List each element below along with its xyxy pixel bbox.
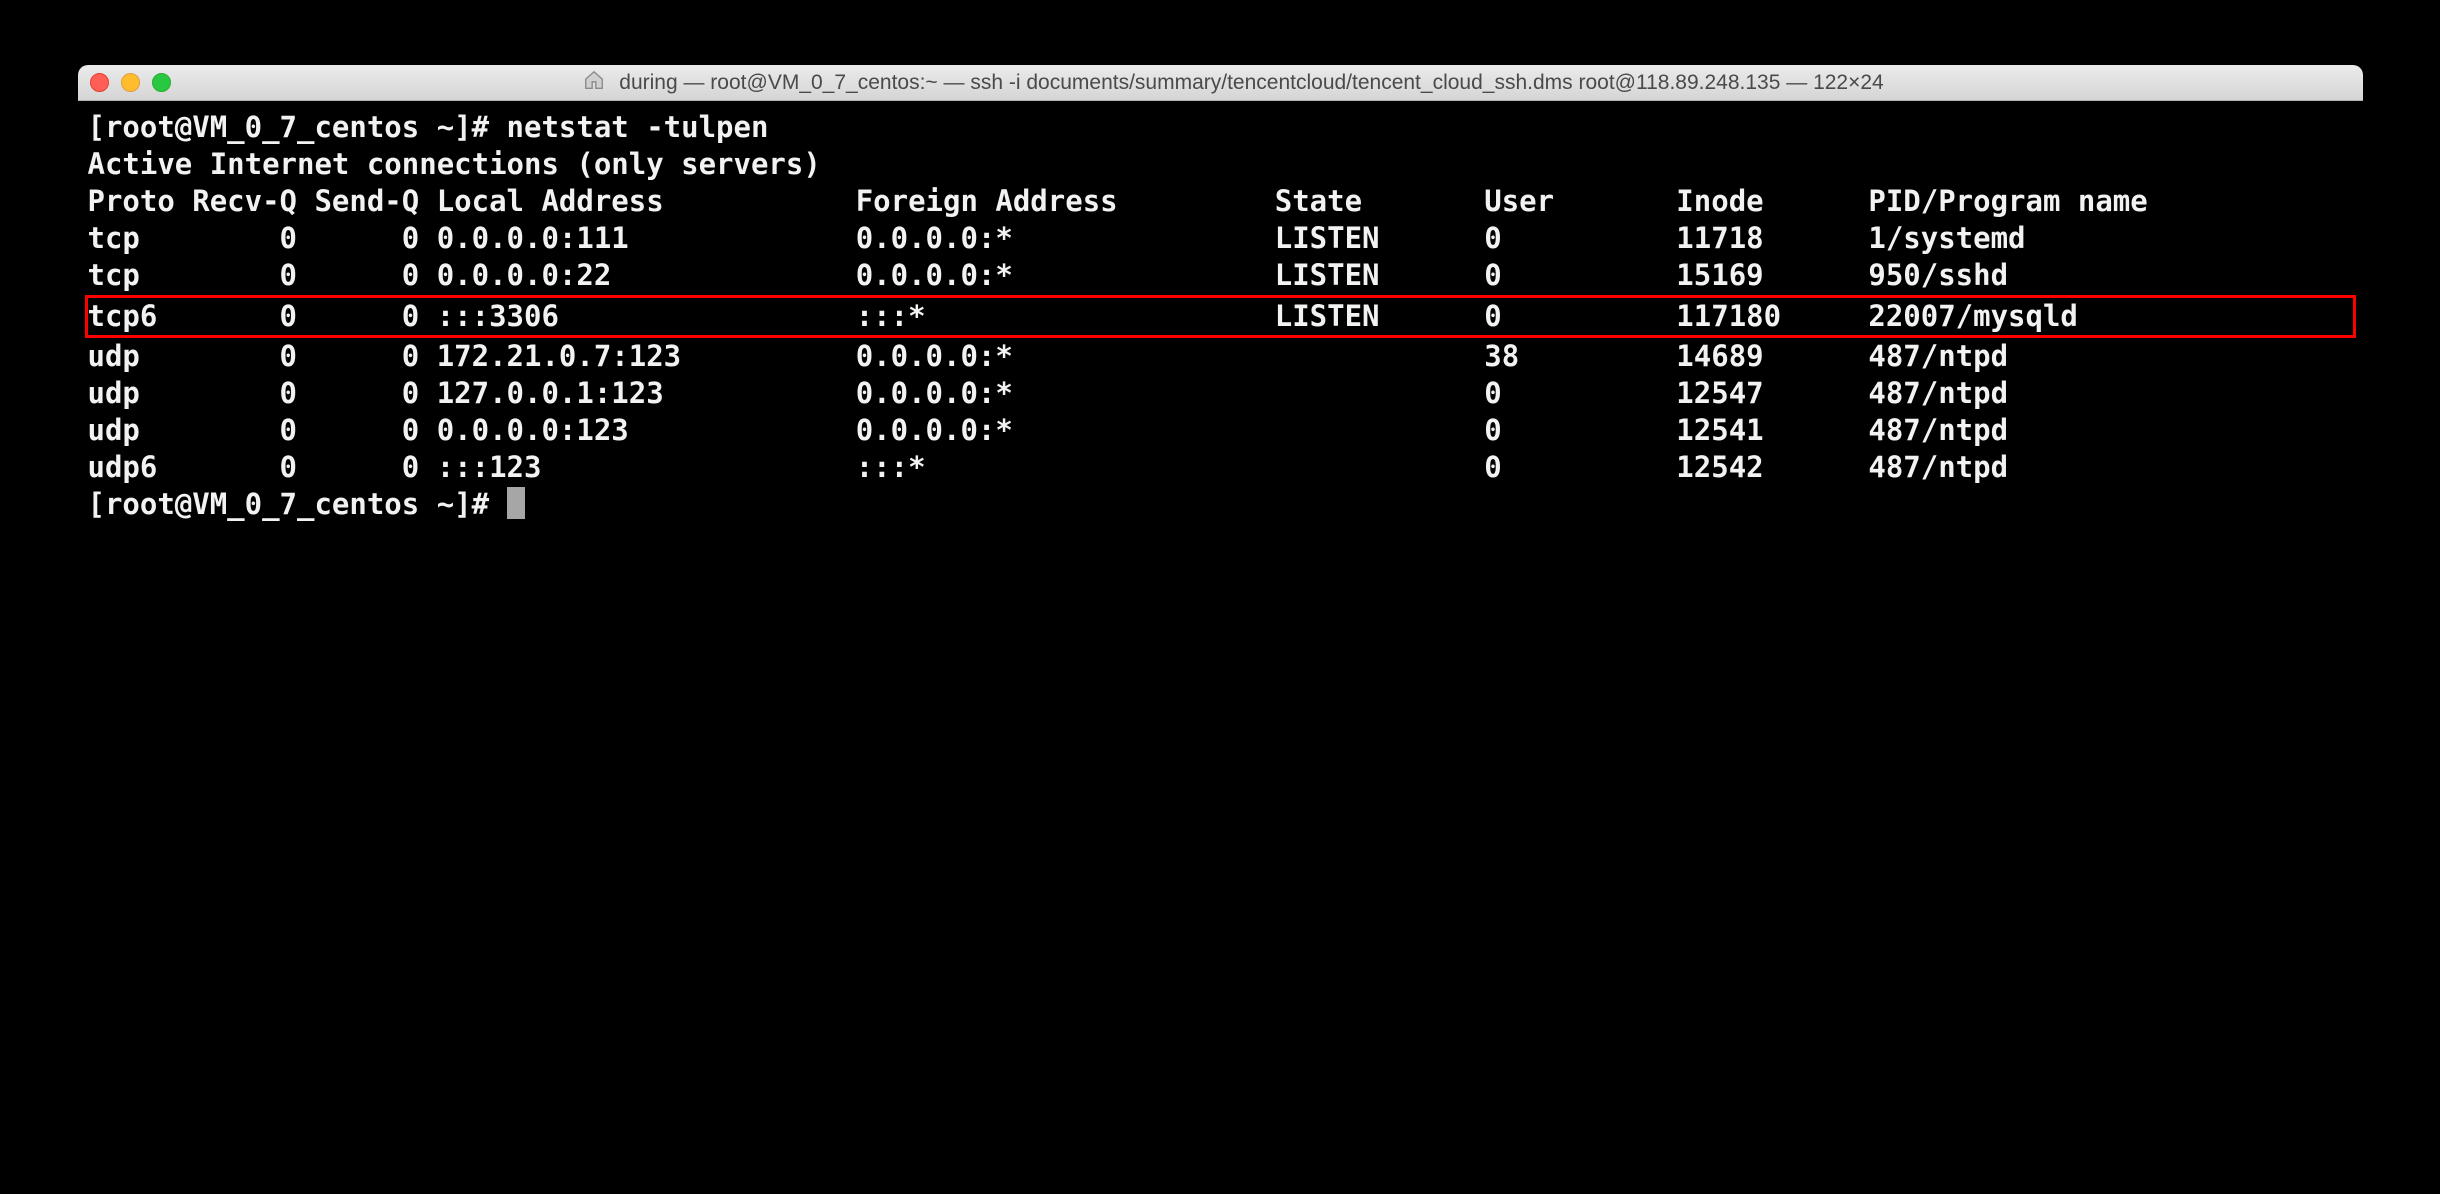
prompt-line-2: [root@VM_0_7_centos ~]# bbox=[88, 486, 2353, 523]
table-row: udp 0 0 0.0.0.0:123 0.0.0.0:* 0 12541 48… bbox=[88, 412, 2353, 449]
table-row-highlighted: tcp6 0 0 :::3306 :::* LISTEN 0 117180 22… bbox=[85, 295, 2356, 338]
columns-header: Proto Recv-Q Send-Q Local Address Foreig… bbox=[88, 183, 2353, 220]
close-button[interactable] bbox=[90, 73, 109, 92]
output-header: Active Internet connections (only server… bbox=[88, 146, 2353, 183]
prompt: [root@VM_0_7_centos ~]# bbox=[88, 487, 507, 521]
command: netstat -tulpen bbox=[507, 110, 769, 144]
table-row: udp 0 0 172.21.0.7:123 0.0.0.0:* 38 1468… bbox=[88, 338, 2353, 375]
table-row: tcp 0 0 0.0.0.0:111 0.0.0.0:* LISTEN 0 1… bbox=[88, 220, 2353, 257]
window-title-text: during — root@VM_0_7_centos:~ — ssh -i d… bbox=[619, 71, 1883, 95]
titlebar: during — root@VM_0_7_centos:~ — ssh -i d… bbox=[78, 65, 2363, 101]
prompt: [root@VM_0_7_centos ~]# bbox=[88, 110, 507, 144]
table-row: udp 0 0 127.0.0.1:123 0.0.0.0:* 0 12547 … bbox=[88, 375, 2353, 412]
terminal-body[interactable]: [root@VM_0_7_centos ~]# netstat -tulpenA… bbox=[78, 101, 2363, 1011]
home-icon bbox=[583, 69, 605, 97]
cursor bbox=[507, 487, 525, 519]
table-row: udp6 0 0 :::123 :::* 0 12542 487/ntpd bbox=[88, 449, 2353, 486]
window-title: during — root@VM_0_7_centos:~ — ssh -i d… bbox=[117, 69, 2351, 97]
terminal-window: during — root@VM_0_7_centos:~ — ssh -i d… bbox=[78, 65, 2363, 1011]
table-row: tcp 0 0 0.0.0.0:22 0.0.0.0:* LISTEN 0 15… bbox=[88, 257, 2353, 294]
prompt-line: [root@VM_0_7_centos ~]# netstat -tulpen bbox=[88, 109, 2353, 146]
